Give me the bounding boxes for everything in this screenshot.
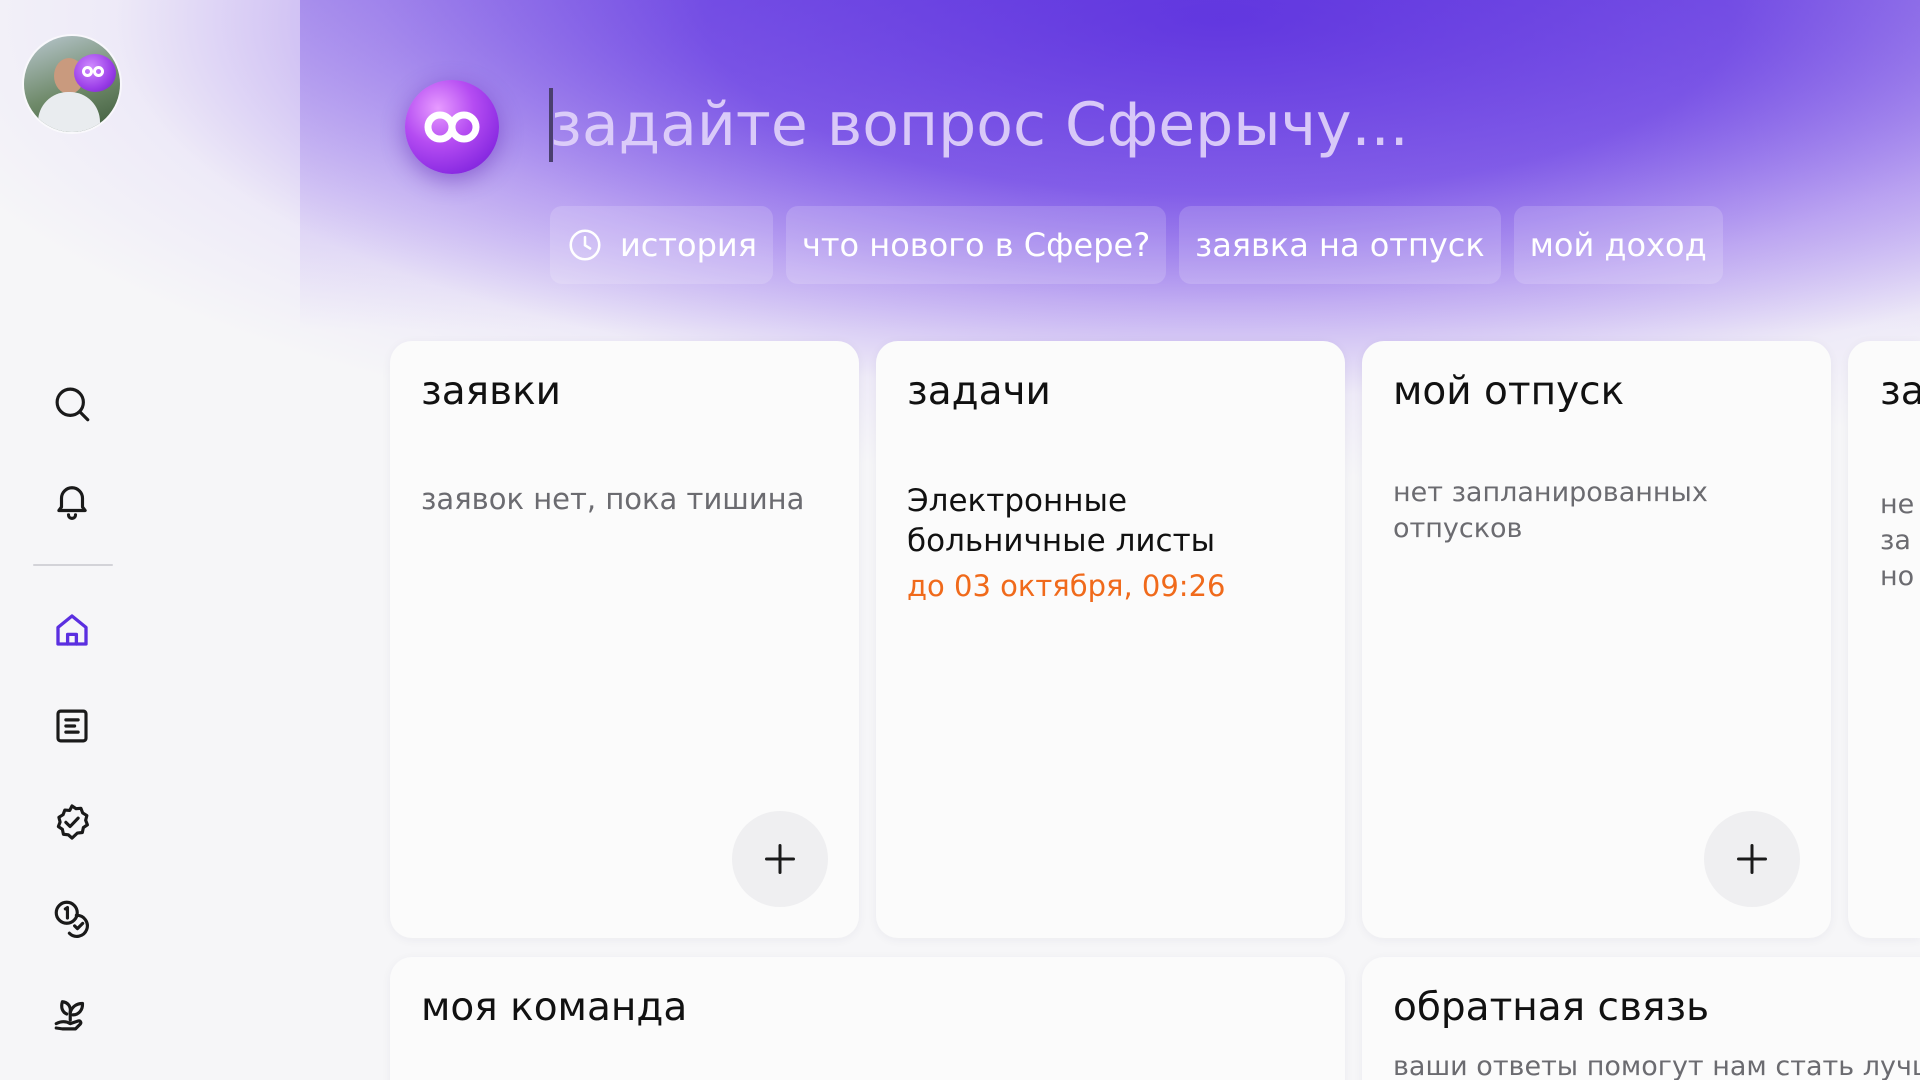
chip-history[interactable]: история [550, 206, 773, 284]
card-title: мой отпуск [1393, 369, 1625, 414]
sidebar-item-wellbeing[interactable] [46, 988, 98, 1040]
avatar-mascot [74, 54, 116, 92]
avatar[interactable] [24, 36, 120, 132]
chip-label: история [620, 226, 757, 264]
add-vacation-button[interactable] [1704, 811, 1800, 907]
sidebar-item-finance[interactable] [46, 892, 98, 944]
add-request-button[interactable] [732, 811, 828, 907]
document-list-icon [56, 709, 88, 743]
sidebar-item-approvals[interactable] [46, 796, 98, 848]
plus-icon [765, 844, 795, 874]
chip-vacation-request[interactable]: заявка на отпуск [1179, 206, 1501, 284]
task-deadline: до 03 октября, 09:26 [907, 569, 1226, 603]
sidebar-item-search[interactable] [46, 378, 98, 430]
plus-icon [1737, 844, 1767, 874]
card-title: за [1880, 369, 1920, 414]
chip-label: что нового в Сфере? [801, 226, 1151, 264]
card-partial-line: за [1880, 525, 1911, 556]
sphere-assistant-logo[interactable] [405, 80, 499, 174]
chip-whats-new[interactable]: что нового в Сфере? [785, 206, 1167, 284]
card-requests[interactable]: заявки заявок нет, пока тишина [390, 341, 859, 938]
card-partial-line: не [1880, 489, 1915, 520]
home-icon [56, 614, 88, 646]
page: история что нового в Сфере? заявка на от… [0, 0, 1920, 1080]
sidebar-item-notifications[interactable] [46, 474, 98, 526]
card-empty-text: заявок нет, пока тишина [421, 482, 805, 516]
card-empty-text: нет запланированных отпусков [1393, 477, 1708, 544]
clock-icon [569, 229, 601, 261]
card-my-team[interactable]: моя команда [390, 957, 1345, 1080]
search-icon [55, 387, 90, 422]
card-feedback[interactable]: обратная связь ваши ответы помогут нам с… [1362, 957, 1920, 1080]
card-title: обратная связь [1393, 985, 1710, 1030]
card-title: задачи [907, 369, 1051, 414]
coins-icon [54, 900, 89, 938]
search-input[interactable] [550, 80, 1850, 170]
card-partial-text: не за но [1880, 487, 1914, 595]
chip-label: заявка на отпуск [1195, 226, 1485, 264]
card-title: заявки [421, 369, 561, 414]
check-badge-icon [56, 804, 89, 840]
card-tasks[interactable]: задачи Электронные больничные листы до 0… [876, 341, 1345, 938]
sidebar-item-documents[interactable] [46, 700, 98, 752]
quick-chips: история что нового в Сфере? заявка на от… [550, 206, 1723, 284]
card-partial[interactable]: за не за но [1848, 341, 1920, 938]
card-title: моя команда [421, 985, 688, 1030]
infinity-icon [424, 111, 480, 143]
task-title[interactable]: Электронные больничные листы [907, 481, 1287, 561]
card-subtitle: ваши ответы помогут нам стать лучш [1393, 1051, 1920, 1080]
sidebar-item-home[interactable] [46, 604, 98, 656]
sidebar [0, 0, 145, 1080]
avatar-body [38, 92, 100, 132]
chip-label: мой доход [1529, 226, 1707, 264]
bell-icon [57, 486, 87, 520]
card-partial-line: но [1880, 561, 1915, 592]
sidebar-divider [33, 564, 113, 566]
card-my-vacation[interactable]: мой отпуск нет запланированных отпусков [1362, 341, 1831, 938]
hand-leaf-icon [54, 1000, 85, 1031]
chip-my-income[interactable]: мой доход [1513, 206, 1723, 284]
